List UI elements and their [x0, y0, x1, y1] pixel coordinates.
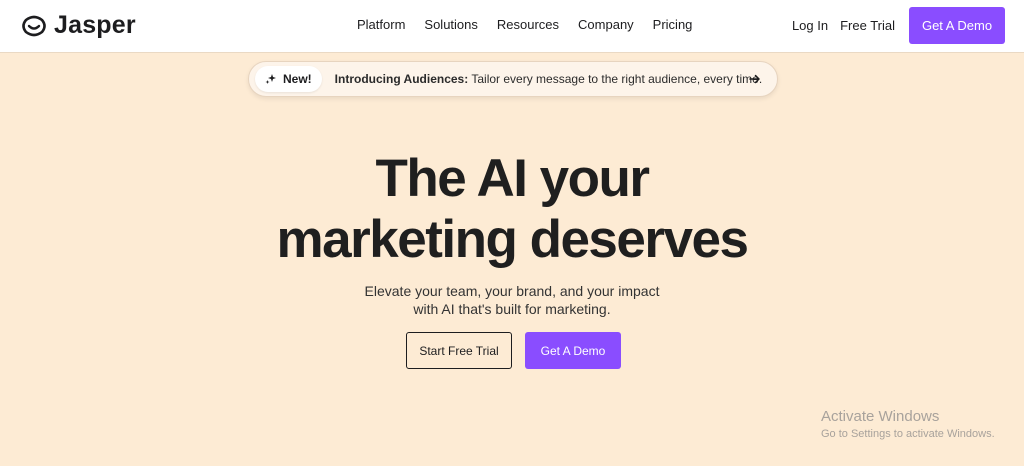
nav-actions: Log In Free Trial Get A Demo [792, 7, 1005, 44]
nav-link-pricing[interactable]: Pricing [653, 17, 693, 32]
hero-cta-row: Start Free Trial Get A Demo [406, 332, 621, 369]
hero-subtitle: Elevate your team, your brand, and your … [0, 282, 1024, 318]
login-link[interactable]: Log In [792, 18, 828, 33]
smile-face-icon [22, 15, 46, 36]
new-badge: New! [255, 66, 322, 92]
sparkle-icon [265, 74, 276, 84]
free-trial-link[interactable]: Free Trial [840, 18, 895, 33]
nav-link-solutions[interactable]: Solutions [424, 17, 477, 32]
new-badge-label: New! [283, 72, 312, 86]
hero-subtitle-line1: Elevate your team, your brand, and your … [364, 283, 660, 299]
announcement-text: Introducing Audiences: Tailor every mess… [335, 72, 763, 86]
get-demo-button[interactable]: Get A Demo [909, 7, 1005, 44]
nav-link-platform[interactable]: Platform [357, 17, 405, 32]
brand-name: Jasper [54, 11, 136, 39]
arrow-right-icon[interactable] [749, 73, 761, 85]
watermark-subtitle: Go to Settings to activate Windows. [821, 428, 995, 440]
announcement-body: Tailor every message to the right audien… [471, 72, 763, 86]
nav-link-company[interactable]: Company [578, 17, 634, 32]
hero-title: The AI your marketing deserves [0, 148, 1024, 270]
nav-link-resources[interactable]: Resources [497, 17, 559, 32]
windows-activation-watermark: Activate Windows Go to Settings to activ… [821, 408, 995, 440]
main-nav: Platform Solutions Resources Company Pri… [357, 17, 692, 32]
jasper-logo[interactable]: Jasper [21, 11, 136, 40]
hero-title-line2: marketing deserves [276, 210, 749, 269]
announcement-headline: Introducing Audiences: [334, 72, 469, 86]
top-navbar: Jasper Platform Solutions Resources Comp… [0, 0, 1024, 53]
announcement-banner[interactable]: New! Introducing Audiences: Tailor every… [248, 61, 778, 97]
hero-get-demo-button[interactable]: Get A Demo [525, 332, 621, 369]
hero-title-line1: The AI your [375, 149, 650, 208]
watermark-title: Activate Windows [821, 408, 940, 425]
start-free-trial-button[interactable]: Start Free Trial [406, 332, 512, 369]
hero-subtitle-line2: with AI that's built for marketing. [413, 301, 611, 317]
